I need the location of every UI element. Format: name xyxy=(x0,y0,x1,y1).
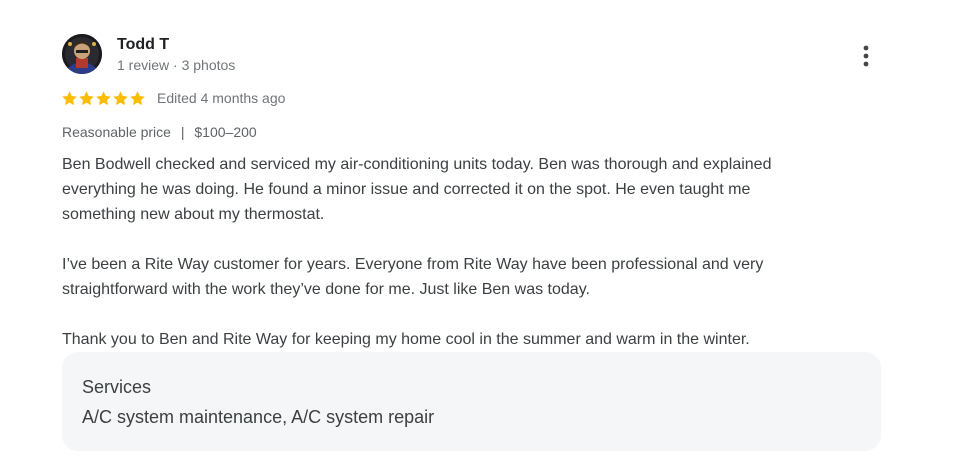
more-vert-icon xyxy=(863,45,869,67)
price-separator: | xyxy=(180,124,185,140)
star-rating xyxy=(61,90,146,107)
edited-timestamp: Edited 4 months ago xyxy=(157,90,286,106)
author-avatar[interactable] xyxy=(62,34,102,74)
rating-row: Edited 4 months ago xyxy=(61,88,285,108)
review-line: everything he was doing. He found a mino… xyxy=(62,181,751,198)
price-range: $100–200 xyxy=(194,124,257,140)
services-card: Services A/C system maintenance, A/C sys… xyxy=(62,352,881,451)
user-avatar-icon xyxy=(62,34,102,74)
star-icon xyxy=(96,90,111,105)
review-card: Todd T 1 review · 3 photos Edited 4 mont… xyxy=(0,0,972,465)
review-line: Thank you to Ben and Rite Way for keepin… xyxy=(62,331,750,348)
services-list: A/C system maintenance, A/C system repai… xyxy=(82,407,435,427)
star-icon xyxy=(62,90,77,105)
review-line: I’ve been a Rite Way customer for years.… xyxy=(62,256,764,273)
price-label: Reasonable price xyxy=(62,124,171,140)
star-icon xyxy=(113,90,128,105)
review-paragraph: Ben Bodwell checked and serviced my air-… xyxy=(62,152,862,227)
review-line: straightforward with the work they’ve do… xyxy=(62,281,590,298)
review-paragraph: I’ve been a Rite Way customer for years.… xyxy=(62,252,862,302)
review-text: Ben Bodwell checked and serviced my air-… xyxy=(62,152,862,352)
services-title: Services xyxy=(82,377,152,397)
author-meta: 1 review · 3 photos xyxy=(117,57,236,73)
review-paragraph: Thank you to Ben and Rite Way for keepin… xyxy=(62,327,862,352)
star-icon xyxy=(130,90,145,105)
review-line: Ben Bodwell checked and serviced my air-… xyxy=(62,156,772,173)
star-icon xyxy=(79,90,94,105)
price-row: Reasonable price | $100–200 xyxy=(62,123,257,141)
more-options-button[interactable] xyxy=(850,40,882,72)
review-line: something new about my thermostat. xyxy=(62,206,325,223)
author-name[interactable]: Todd T xyxy=(117,35,169,55)
